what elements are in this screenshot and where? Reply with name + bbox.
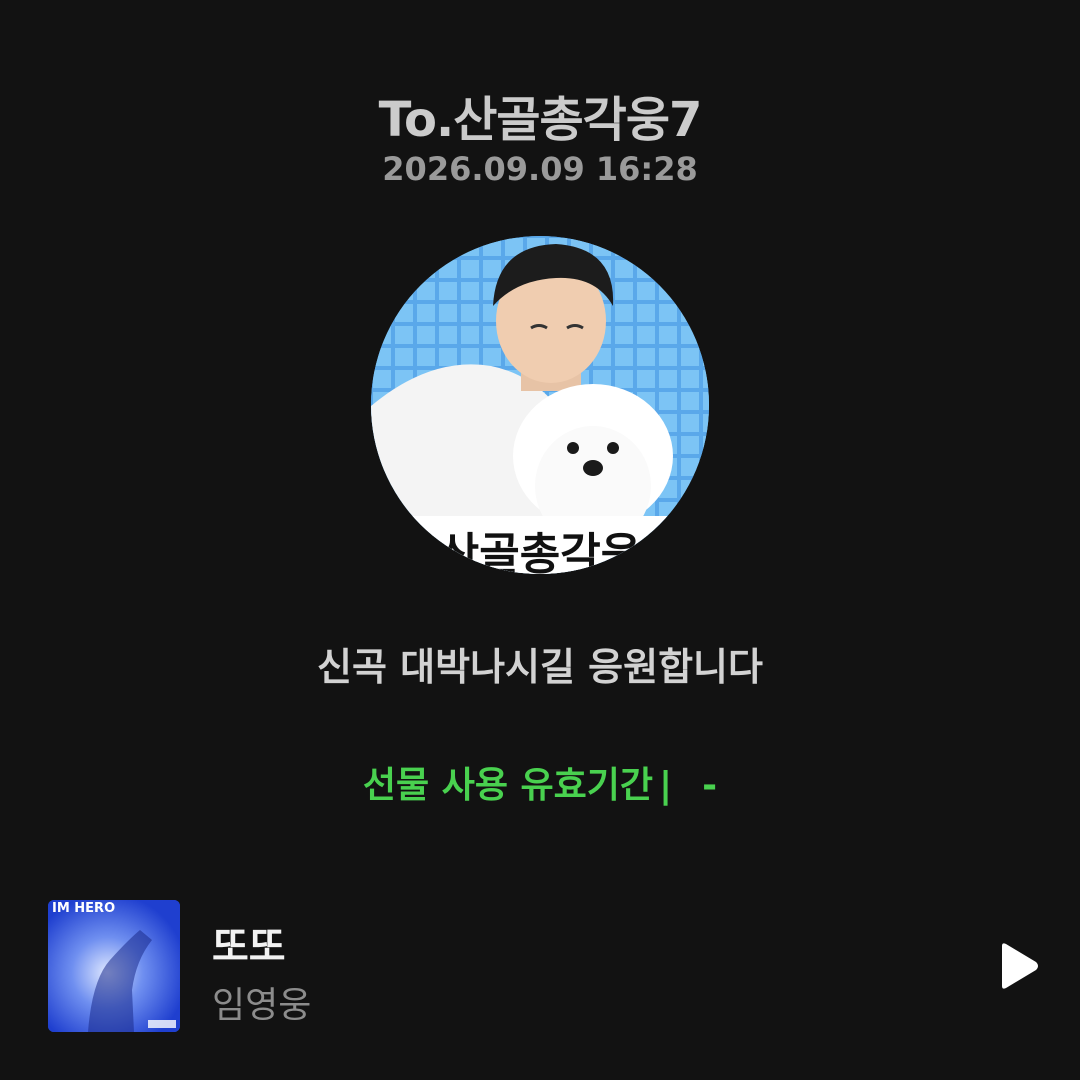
track-title: 또또	[212, 924, 286, 970]
play-icon	[1002, 943, 1038, 989]
album-cover-icon[interactable]: IM HERO	[48, 900, 180, 1032]
validity-label: 선물 사용 유효기간	[362, 765, 653, 806]
track-artist: 임영웅	[212, 985, 312, 1026]
track-row[interactable]: IM HERO 또또 임영웅	[0, 888, 1080, 1038]
play-button[interactable]	[996, 942, 1040, 990]
validity-separator: |	[658, 765, 673, 806]
sent-datetime: 2026.09.09 16:28	[382, 150, 698, 188]
recipient-title: To.산골총각웅7	[378, 92, 703, 148]
gift-validity: 선물 사용 유효기간 | -	[0, 756, 1080, 808]
profile-caption: 산골총각웅	[438, 529, 642, 574]
profile-avatar: 산골총각웅	[371, 236, 709, 574]
album-cover-text: IM HERO	[52, 901, 116, 916]
validity-value: -	[702, 765, 718, 806]
gift-message: 신곡 대박나시길 응원합니다	[317, 645, 763, 689]
